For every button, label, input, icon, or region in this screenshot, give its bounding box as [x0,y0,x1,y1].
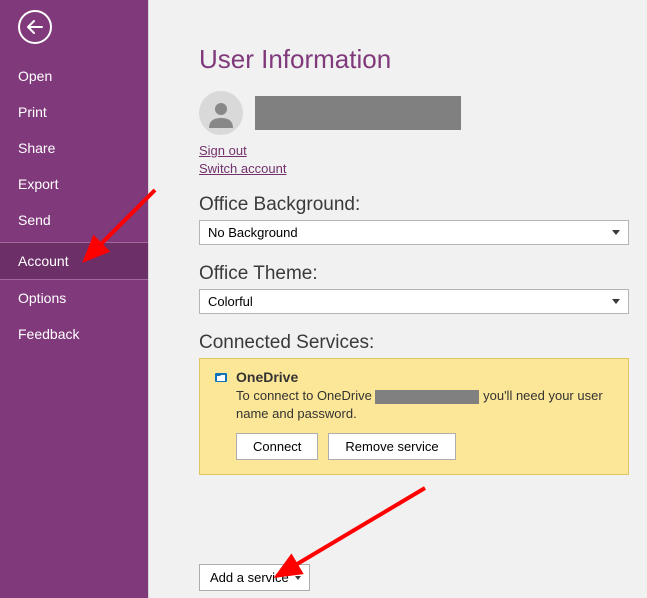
service-name: OneDrive [236,369,298,385]
switch-account-link[interactable]: Switch account [199,161,647,176]
page-title: User Information [199,44,647,75]
service-title-row: OneDrive [214,369,614,385]
chevron-down-icon [612,299,620,304]
sidebar-item-send[interactable]: Send [0,202,148,238]
chevron-down-icon [295,576,301,580]
user-info-row [199,91,647,135]
service-description: To connect to OneDrive you'll need your … [214,387,614,423]
main-panel: User Information Sign out Switch account… [148,0,647,598]
redacted-text [375,390,479,404]
arrow-left-icon [27,20,43,34]
sidebar-item-account[interactable]: Account [0,243,148,279]
remove-service-button[interactable]: Remove service [328,433,455,460]
sidebar-item-print[interactable]: Print [0,94,148,130]
sidebar-item-export[interactable]: Export [0,166,148,202]
chevron-down-icon [612,230,620,235]
connected-service-card: OneDrive To connect to OneDrive you'll n… [199,358,629,475]
office-theme-label: Office Theme: [199,263,647,285]
office-theme-dropdown[interactable]: Colorful [199,289,629,314]
user-name-redacted [255,96,461,130]
sidebar-item-feedback[interactable]: Feedback [0,316,148,352]
office-background-value: No Background [208,225,298,240]
connect-button[interactable]: Connect [236,433,318,460]
office-theme-value: Colorful [208,294,253,309]
sign-out-link[interactable]: Sign out [199,143,647,158]
add-service-label: Add a service [210,570,289,585]
user-icon [206,98,236,128]
back-button[interactable] [18,10,52,44]
connected-services-label: Connected Services: [199,332,647,354]
office-background-label: Office Background: [199,194,647,216]
sidebar: Open Print Share Export Send Account Opt… [0,0,148,598]
sidebar-item-open[interactable]: Open [0,58,148,94]
avatar [199,91,243,135]
sidebar-item-share[interactable]: Share [0,130,148,166]
onedrive-icon [214,370,228,384]
sidebar-item-options[interactable]: Options [0,280,148,316]
add-service-button[interactable]: Add a service [199,564,310,591]
office-background-dropdown[interactable]: No Background [199,220,629,245]
